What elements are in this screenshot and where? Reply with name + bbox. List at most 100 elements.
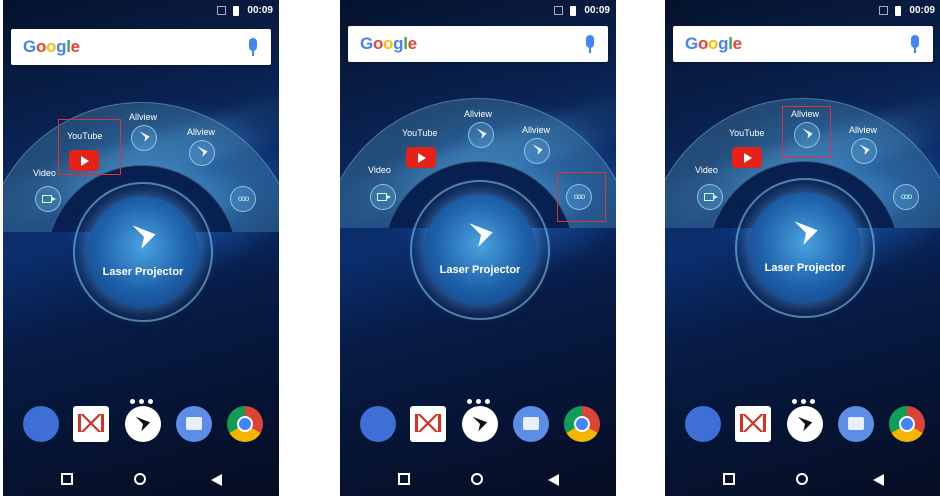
- dock: [3, 406, 279, 446]
- highlight-box-youtube: [58, 119, 121, 175]
- youtube-label: YouTube: [402, 128, 438, 138]
- no-signal-icon: [217, 6, 226, 15]
- chrome-icon[interactable]: [889, 406, 925, 442]
- status-bar: 00:09: [3, 0, 279, 22]
- hub-core: Laser Projector: [87, 196, 199, 308]
- more-dots-icon: ooo: [237, 194, 249, 203]
- laser-logo-icon: [469, 223, 493, 247]
- google-search-bar[interactable]: Google: [348, 26, 608, 62]
- back-icon[interactable]: [873, 474, 884, 486]
- microphone-icon[interactable]: [586, 35, 594, 53]
- recent-apps-icon[interactable]: [398, 473, 410, 485]
- google-search-bar[interactable]: Google: [673, 26, 933, 62]
- messages-icon[interactable]: [176, 406, 212, 442]
- laser-projector-hub[interactable]: Laser Projector: [735, 178, 875, 318]
- dock: [340, 406, 616, 446]
- more-dots-icon: ooo: [900, 192, 912, 201]
- allview-app-1[interactable]: [131, 125, 157, 151]
- laser-projector-hub[interactable]: Laser Projector: [73, 182, 213, 322]
- laser-logo-icon: [532, 144, 543, 155]
- video-camera-icon: [42, 195, 56, 203]
- laser-projector-icon[interactable]: [462, 406, 498, 442]
- highlight-box-more: [557, 172, 606, 222]
- hub-core: Laser Projector: [749, 192, 861, 304]
- navigation-bar: [340, 466, 616, 496]
- laser-logo-icon: [197, 146, 208, 157]
- google-logo: Google: [685, 34, 742, 53]
- dock: [665, 406, 940, 446]
- phone-icon[interactable]: [360, 406, 396, 442]
- laser-logo-icon: [859, 144, 870, 155]
- hub-label: Laser Projector: [764, 262, 846, 274]
- messages-icon[interactable]: [513, 406, 549, 442]
- laser-projector-icon[interactable]: [125, 406, 161, 442]
- video-label: Video: [695, 165, 718, 175]
- youtube-label: YouTube: [729, 128, 765, 138]
- video-app[interactable]: [697, 184, 723, 210]
- laser-logo-icon: [794, 221, 818, 245]
- highlight-box-allview: [782, 106, 831, 158]
- allview-label-2: Allview: [187, 127, 216, 137]
- chrome-icon[interactable]: [564, 406, 600, 442]
- microphone-icon[interactable]: [249, 38, 257, 56]
- messages-icon[interactable]: [838, 406, 874, 442]
- battery-icon: [233, 6, 239, 16]
- laser-logo-icon: [135, 416, 151, 432]
- battery-icon: [895, 6, 901, 16]
- home-icon[interactable]: [796, 473, 808, 485]
- status-time: 00:09: [584, 5, 610, 16]
- status-bar: 00:09: [340, 0, 616, 22]
- recent-apps-icon[interactable]: [723, 473, 735, 485]
- allview-label-1: Allview: [464, 109, 493, 119]
- navigation-bar: [3, 466, 279, 496]
- allview-label-2: Allview: [849, 125, 878, 135]
- youtube-icon[interactable]: [406, 147, 436, 168]
- chrome-icon[interactable]: [227, 406, 263, 442]
- gmail-icon[interactable]: [735, 406, 771, 442]
- status-bar: 00:09: [665, 0, 940, 22]
- home-icon[interactable]: [471, 473, 483, 485]
- hub-core: Laser Projector: [424, 194, 536, 306]
- allview-label-2: Allview: [522, 125, 551, 135]
- no-signal-icon: [879, 6, 888, 15]
- more-apps-button[interactable]: ooo: [893, 184, 919, 210]
- video-camera-icon: [704, 193, 718, 201]
- phone-screen-2: 00:09 Google Video YouTube Allview Allvi…: [340, 0, 616, 496]
- allview-app-2[interactable]: [851, 138, 877, 164]
- youtube-icon[interactable]: [732, 147, 762, 168]
- battery-icon: [570, 6, 576, 16]
- more-apps-button[interactable]: ooo: [230, 186, 256, 212]
- allview-app-1[interactable]: [468, 122, 494, 148]
- gmail-icon[interactable]: [410, 406, 446, 442]
- laser-logo-icon: [132, 225, 156, 249]
- video-label: Video: [33, 168, 56, 178]
- phone-icon[interactable]: [23, 406, 59, 442]
- no-signal-icon: [554, 6, 563, 15]
- microphone-icon[interactable]: [911, 35, 919, 53]
- google-search-bar[interactable]: Google: [11, 29, 271, 65]
- back-icon[interactable]: [548, 474, 559, 486]
- laser-projector-icon[interactable]: [787, 406, 823, 442]
- allview-label-1: Allview: [129, 112, 158, 122]
- gmail-icon[interactable]: [73, 406, 109, 442]
- google-logo: Google: [23, 37, 80, 56]
- google-logo: Google: [360, 34, 417, 53]
- video-app[interactable]: [370, 184, 396, 210]
- hub-label: Laser Projector: [439, 264, 521, 276]
- phone-screen-1: 00:09 Google Video YouTube Allview Allvi…: [3, 0, 279, 496]
- video-label: Video: [368, 165, 391, 175]
- allview-app-2[interactable]: [189, 140, 215, 166]
- home-icon[interactable]: [134, 473, 146, 485]
- video-app[interactable]: [35, 186, 61, 212]
- phone-icon[interactable]: [685, 406, 721, 442]
- allview-app-2[interactable]: [524, 138, 550, 164]
- laser-logo-icon: [139, 131, 150, 142]
- recent-apps-icon[interactable]: [61, 473, 73, 485]
- navigation-bar: [665, 466, 940, 496]
- laser-logo-icon: [797, 416, 813, 432]
- video-camera-icon: [377, 193, 391, 201]
- laser-logo-icon: [472, 416, 488, 432]
- phone-screen-3: 00:09 Google Video YouTube Allview Allvi…: [665, 0, 940, 496]
- laser-projector-hub[interactable]: Laser Projector: [410, 180, 550, 320]
- back-icon[interactable]: [211, 474, 222, 486]
